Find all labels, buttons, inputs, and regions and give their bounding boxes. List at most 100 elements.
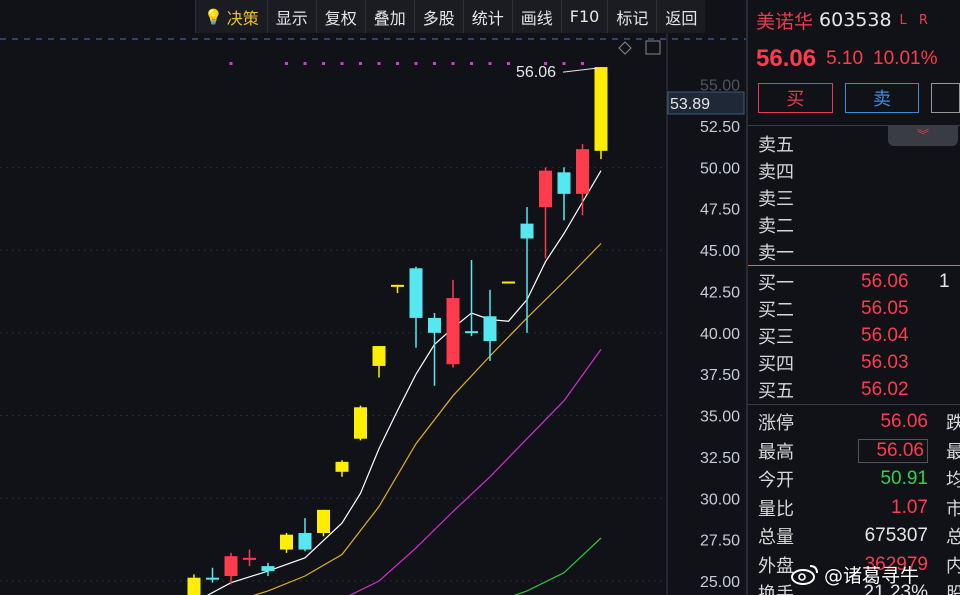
current-price-label: 53.89 [670, 96, 710, 113]
stock-code: 603538 [819, 9, 892, 31]
candle-body [261, 566, 275, 572]
trade-buttons: 买 卖 [748, 78, 960, 118]
stat-value: 50.91 [880, 468, 928, 489]
bid-price: 56.05 [861, 297, 909, 319]
toolbar-f10-button[interactable]: F10 [560, 0, 608, 33]
y-tick-label: 47.50 [700, 202, 740, 219]
toolbar-display-button[interactable]: 显示 [266, 0, 316, 33]
marker-dot [303, 62, 307, 65]
ma5-line [206, 170, 602, 595]
stat-row: 总量 675307 总 [758, 522, 960, 550]
toolbar-statistics-button[interactable]: 统计 [462, 0, 512, 33]
stock-header: 美诺华 603538 L R [748, 0, 960, 40]
divider [748, 404, 960, 405]
toolbar-multi-stock-button[interactable]: 多股 [413, 0, 463, 33]
ask-row: 卖四 [758, 157, 960, 184]
stat-label: 最高 [758, 441, 794, 463]
ask-label: 卖二 [758, 215, 794, 237]
candle-body [243, 557, 256, 560]
candle-body [483, 316, 497, 342]
toolbar-decision-button[interactable]: 💡 决策 [195, 0, 267, 33]
stat-value: 56.06 [858, 438, 928, 463]
marker-dot [359, 62, 362, 65]
stat-row: 今开 50.91 均 [758, 465, 960, 493]
candle-body [446, 298, 460, 365]
stat-value: 1.07 [891, 496, 928, 518]
stat-label-right: 内 [946, 552, 960, 578]
marker-dot [451, 62, 455, 65]
candle-body [298, 533, 312, 550]
watermark: @诸葛寻牛 [790, 561, 919, 587]
toolbar-label: 叠加 [373, 8, 406, 28]
annotation-pointer [562, 67, 598, 73]
panel-toggle-icon [645, 40, 661, 55]
stat-row: 量比 1.07 市 [758, 494, 960, 522]
y-tick-label: 32.50 [700, 450, 740, 467]
ask-label: 卖四 [758, 161, 794, 183]
stat-row: 涨停 56.06 跌 [758, 408, 960, 436]
marker-dot [377, 62, 381, 65]
buy-button[interactable]: 买 [758, 83, 833, 113]
bid-volume: 1 [939, 270, 950, 292]
toolbar-back-button[interactable]: 返回 [656, 0, 706, 33]
toolbar-mark-button[interactable]: 标记 [607, 0, 657, 33]
bid-label: 买二 [758, 299, 794, 321]
marker-dot [229, 62, 233, 65]
toolbar-label: 返回 [665, 8, 698, 28]
lightbulb-icon: 💡 [204, 7, 223, 26]
candle-body [465, 331, 478, 334]
toolbar-label: 显示 [275, 8, 308, 28]
bid-label: 买五 [758, 380, 794, 402]
bid-price: 56.03 [861, 351, 909, 373]
stat-value: 56.06 [880, 411, 928, 432]
toolbar-label: 标记 [616, 8, 649, 28]
bid-row: 买五 56.02 [758, 376, 960, 403]
divider-orange [748, 265, 960, 266]
y-tick-label: 52.50 [700, 119, 740, 136]
stat-label-right: 总 [946, 523, 960, 549]
toolbar-draw-line-button[interactable]: 画线 [511, 0, 561, 33]
marker-dot [285, 62, 288, 65]
last-price: 56.06 [756, 45, 817, 72]
candle-body [335, 461, 349, 472]
quote-panel: 美诺华 603538 L R 56.06 5.10 10.01% 买 卖 ︾ 卖… [746, 0, 960, 595]
candle-body [539, 170, 552, 208]
stat-label-right: 股 [946, 580, 960, 595]
sell-button[interactable]: 卖 [844, 83, 920, 113]
y-tick-label: 50.00 [700, 160, 740, 177]
stat-label-right: 均 [946, 466, 960, 492]
toolbar-label: F10 [569, 7, 600, 26]
high-price-annotation: 56.06 [516, 64, 556, 81]
candle-body [280, 534, 293, 550]
toolbar-adjust-button[interactable]: 复权 [315, 0, 365, 33]
bid-row: 买三 56.04 [758, 322, 960, 349]
ask-row: 卖二 [758, 211, 960, 238]
y-tick-label: 37.50 [700, 367, 740, 384]
more-trade-button[interactable] [931, 83, 960, 113]
toolbar: 💡 决策 显示 复权 叠加 多股 统计 画线 F10 标记 返回 [195, 0, 745, 33]
ask-row: 卖三 [758, 184, 960, 211]
toolbar-label: 画线 [520, 8, 553, 28]
kline-chart[interactable]: 52.50 50.00 47.50 45.00 42.50 40.00 37.50 35.00… [0, 33, 746, 595]
candle-body [317, 509, 330, 534]
kline-svg[interactable]: 52.50 50.00 47.50 45.00 42.50 40.00 37.50 35.00… [0, 33, 746, 595]
ma60-line [513, 537, 602, 595]
bid-label: 买三 [758, 326, 794, 348]
price-change: 5.10 [826, 48, 864, 69]
stat-label: 今开 [758, 470, 794, 491]
y-tick-label: 27.50 [700, 533, 740, 550]
candle-body [502, 281, 515, 284]
toolbar-label: 复权 [324, 8, 357, 28]
stat-label: 涨停 [758, 413, 794, 434]
y-tick-label: 25.00 [700, 574, 740, 591]
bid-row: 买二 56.05 [758, 295, 960, 322]
ask-label: 卖五 [758, 134, 794, 156]
stat-row: 最高 56.06 最 [758, 437, 960, 465]
stock-name: 美诺华 [756, 10, 814, 33]
bid-label: 买四 [758, 353, 794, 375]
marker-dot [433, 62, 436, 65]
y-tick-label: 40.00 [700, 326, 740, 343]
candle-body [428, 317, 441, 333]
stat-label: 量比 [758, 498, 794, 520]
toolbar-overlay-button[interactable]: 叠加 [364, 0, 414, 33]
